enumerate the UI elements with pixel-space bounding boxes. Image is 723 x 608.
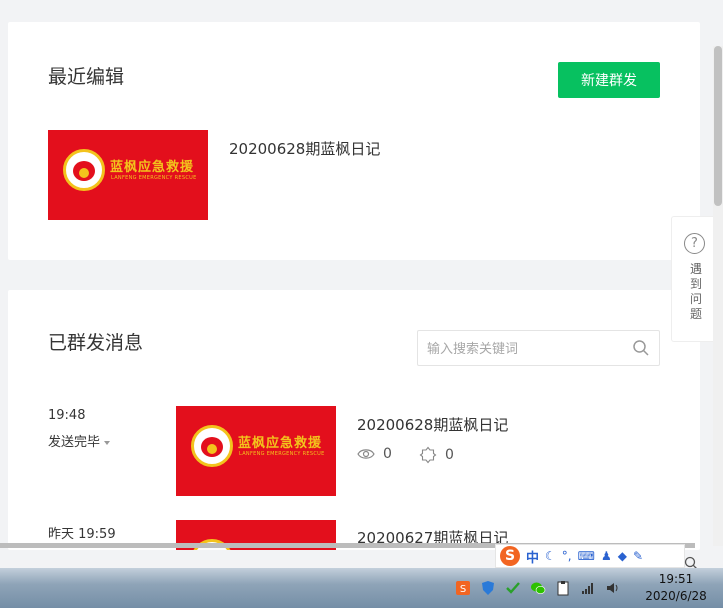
ime-toolbar: S 中 ☾ °, ⌨ ♟ ◆ ✎: [495, 544, 685, 568]
rescue-logo-icon: [63, 149, 105, 191]
search-box: [417, 330, 660, 366]
sent-messages-card: 已群发消息 19:48 发送完毕 蓝枫应急救援 LANFENG EMERGENC…: [8, 290, 700, 550]
ime-language-toggle[interactable]: 中: [526, 547, 539, 566]
cover-brand-cn: 蓝枫应急救援: [238, 436, 323, 451]
recent-item-cover[interactable]: 蓝枫应急救援 LANFENG EMERGENCY RESCUE: [48, 130, 208, 220]
volume-icon[interactable]: [605, 580, 621, 596]
security-check-icon[interactable]: [505, 580, 521, 596]
network-icon[interactable]: [580, 580, 596, 596]
clock-date: 2020/6/28: [645, 589, 707, 603]
eye-icon: [357, 449, 375, 459]
view-count: 0: [357, 446, 392, 462]
keyboard-icon[interactable]: ⌨: [578, 549, 595, 563]
sent-item-cover[interactable]: 蓝枫应急救援 LANFENG EMERGENCY RESCUE: [176, 406, 336, 496]
like-icon: [419, 446, 437, 464]
sent-item-time: 19:48: [48, 408, 86, 423]
punctuation-icon[interactable]: °,: [562, 549, 572, 563]
sent-item-title[interactable]: 20200628期蓝枫日记: [357, 414, 508, 435]
search-input[interactable]: [427, 339, 622, 359]
user-icon[interactable]: ♟: [601, 549, 612, 563]
sogou-tray-icon[interactable]: S: [455, 580, 471, 596]
moon-icon[interactable]: ☾: [545, 549, 556, 563]
clock-time: 19:51: [658, 572, 694, 586]
help-icon: ?: [684, 233, 705, 254]
sent-messages-title: 已群发消息: [48, 332, 144, 354]
cover-brand-en: LANFENG EMERGENCY RESCUE: [239, 451, 325, 457]
rescue-logo-icon: [191, 425, 233, 467]
svg-text:S: S: [460, 584, 466, 595]
status-label: 发送完毕: [48, 435, 101, 450]
vertical-scroll-thumb[interactable]: [714, 46, 722, 206]
like-count-value: 0: [445, 447, 454, 463]
sent-item-status[interactable]: 发送完毕: [48, 431, 111, 450]
sogou-icon[interactable]: S: [500, 546, 520, 566]
recent-edits-card: 最近编辑 新建群发 蓝枫应急救援 LANFENG EMERGENCY RESCU…: [8, 22, 700, 260]
vertical-scrollbar[interactable]: [713, 46, 723, 546]
search-icon[interactable]: [632, 339, 650, 357]
recent-edits-title: 最近编辑: [48, 66, 125, 88]
new-broadcast-button[interactable]: 新建群发: [558, 62, 660, 98]
shield-icon[interactable]: [480, 580, 496, 596]
wechat-icon[interactable]: [530, 580, 546, 596]
caret-down-icon: [104, 440, 111, 445]
taskbar: S 19:51 2020/6/28: [0, 568, 723, 608]
wrench-icon[interactable]: ✎: [633, 549, 643, 563]
skin-icon[interactable]: ◆: [618, 549, 627, 563]
cover-brand-cn: 蓝枫应急救援: [110, 160, 195, 175]
view-count-value: 0: [383, 446, 392, 462]
system-clock[interactable]: 19:51 2020/6/28: [636, 571, 716, 605]
sent-item-time: 昨天 19:59: [48, 527, 116, 542]
system-tray: S: [455, 568, 621, 608]
cover-brand-en: LANFENG EMERGENCY RESCUE: [111, 175, 197, 181]
help-label: 遇到问题: [689, 262, 702, 321]
recent-item-title[interactable]: 20200628期蓝枫日记: [229, 138, 380, 159]
clipboard-icon[interactable]: [555, 580, 571, 596]
like-count: 0: [419, 446, 454, 464]
